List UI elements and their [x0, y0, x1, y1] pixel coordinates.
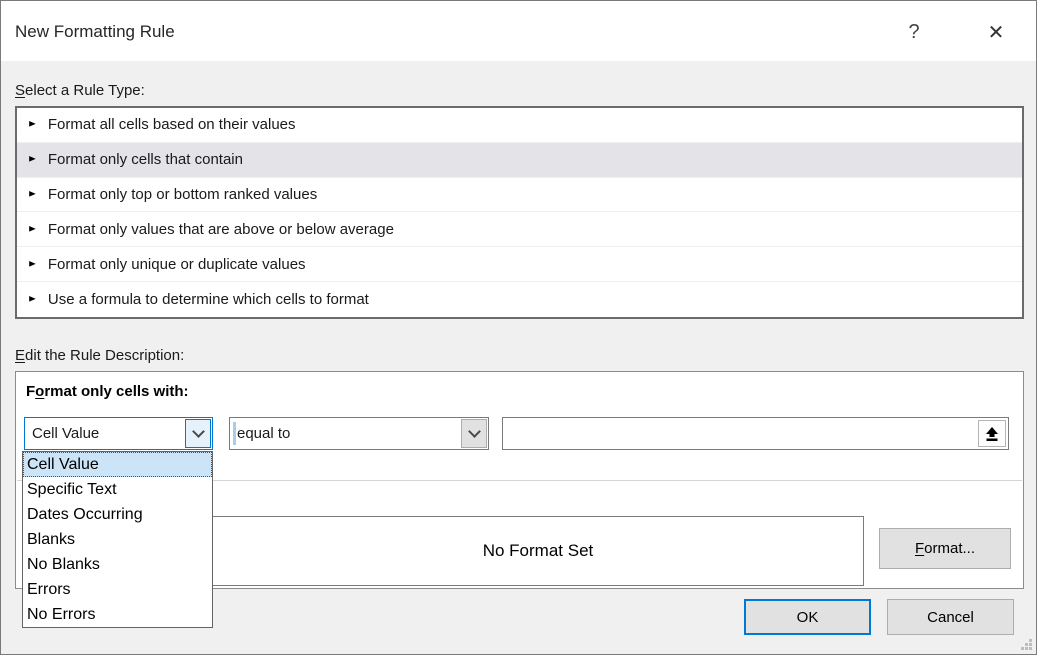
dropdown-option-selected[interactable]: Cell Value [23, 452, 212, 477]
rule-type-item[interactable]: ► Use a formula to determine which cells… [17, 282, 1022, 317]
title-bar: New Formatting Rule ? ✕ [1, 1, 1036, 61]
rule-type-item[interactable]: ► Format only values that are above or b… [17, 212, 1022, 247]
condition-combo-dropdown-button[interactable] [185, 419, 211, 448]
rule-type-item[interactable]: ► Format only unique or duplicate values [17, 247, 1022, 282]
condition-type-dropdown-list: Cell Value Specific Text Dates Occurring… [22, 451, 213, 628]
dropdown-option[interactable]: Blanks [23, 527, 212, 552]
rule-type-label: Format only values that are above or bel… [48, 221, 394, 238]
rule-type-item[interactable]: ► Format all cells based on their values [17, 108, 1022, 143]
rule-type-item[interactable]: ► Format only top or bottom ranked value… [17, 178, 1022, 213]
ok-button[interactable]: OK [744, 599, 871, 635]
format-preview-box: No Format Set [212, 516, 864, 586]
dropdown-option[interactable]: Dates Occurring [23, 502, 212, 527]
operator-value: equal to [230, 425, 460, 442]
operator-combobox[interactable]: equal to [229, 417, 489, 450]
dropdown-option[interactable]: Specific Text [23, 477, 212, 502]
help-icon[interactable]: ? [897, 15, 931, 49]
rule-type-label: Format only top or bottom ranked values [48, 186, 317, 203]
edit-rule-description-label: Edit the Rule Description: [15, 347, 184, 364]
rule-type-label: Format only unique or duplicate values [48, 256, 306, 273]
rule-arrow-icon: ► [27, 295, 38, 304]
rule-type-label: Use a formula to determine which cells t… [48, 291, 369, 308]
chevron-down-icon [468, 425, 481, 438]
condition-type-value: Cell Value [25, 425, 184, 442]
format-button[interactable]: Format... [879, 528, 1011, 569]
collapse-dialog-icon [984, 426, 1000, 442]
chevron-down-icon [192, 425, 205, 438]
operator-combo-dropdown-button[interactable] [461, 419, 487, 448]
dropdown-option[interactable]: No Blanks [23, 552, 212, 577]
rule-arrow-icon: ► [27, 120, 38, 129]
cancel-button[interactable]: Cancel [887, 599, 1014, 635]
rule-type-list: ► Format all cells based on their values… [15, 106, 1024, 319]
resize-grip[interactable] [1018, 636, 1032, 650]
rule-arrow-icon: ► [27, 260, 38, 269]
rule-type-label: Format all cells based on their values [48, 116, 296, 133]
collapse-dialog-button[interactable] [978, 420, 1006, 447]
rule-type-label: Format only cells that contain [48, 151, 243, 168]
format-only-cells-with-label: Format only cells with: [26, 383, 189, 400]
rule-type-item-selected[interactable]: ► Format only cells that contain [17, 143, 1022, 178]
rule-arrow-icon: ► [27, 190, 38, 199]
text-caret [233, 422, 236, 445]
select-rule-type-label: Select a Rule Type: [15, 82, 145, 99]
rule-arrow-icon: ► [27, 225, 38, 234]
format-preview-text: No Format Set [483, 541, 594, 561]
dropdown-option[interactable]: No Errors [23, 602, 212, 627]
close-icon[interactable]: ✕ [979, 15, 1013, 49]
dropdown-option[interactable]: Errors [23, 577, 212, 602]
dialog-title: New Formatting Rule [15, 22, 175, 42]
new-formatting-rule-dialog: New Formatting Rule ? ✕ Select a Rule Ty… [0, 0, 1037, 655]
condition-type-combobox[interactable]: Cell Value [24, 417, 213, 450]
rule-arrow-icon: ► [27, 155, 38, 164]
value-input[interactable] [502, 417, 1009, 450]
